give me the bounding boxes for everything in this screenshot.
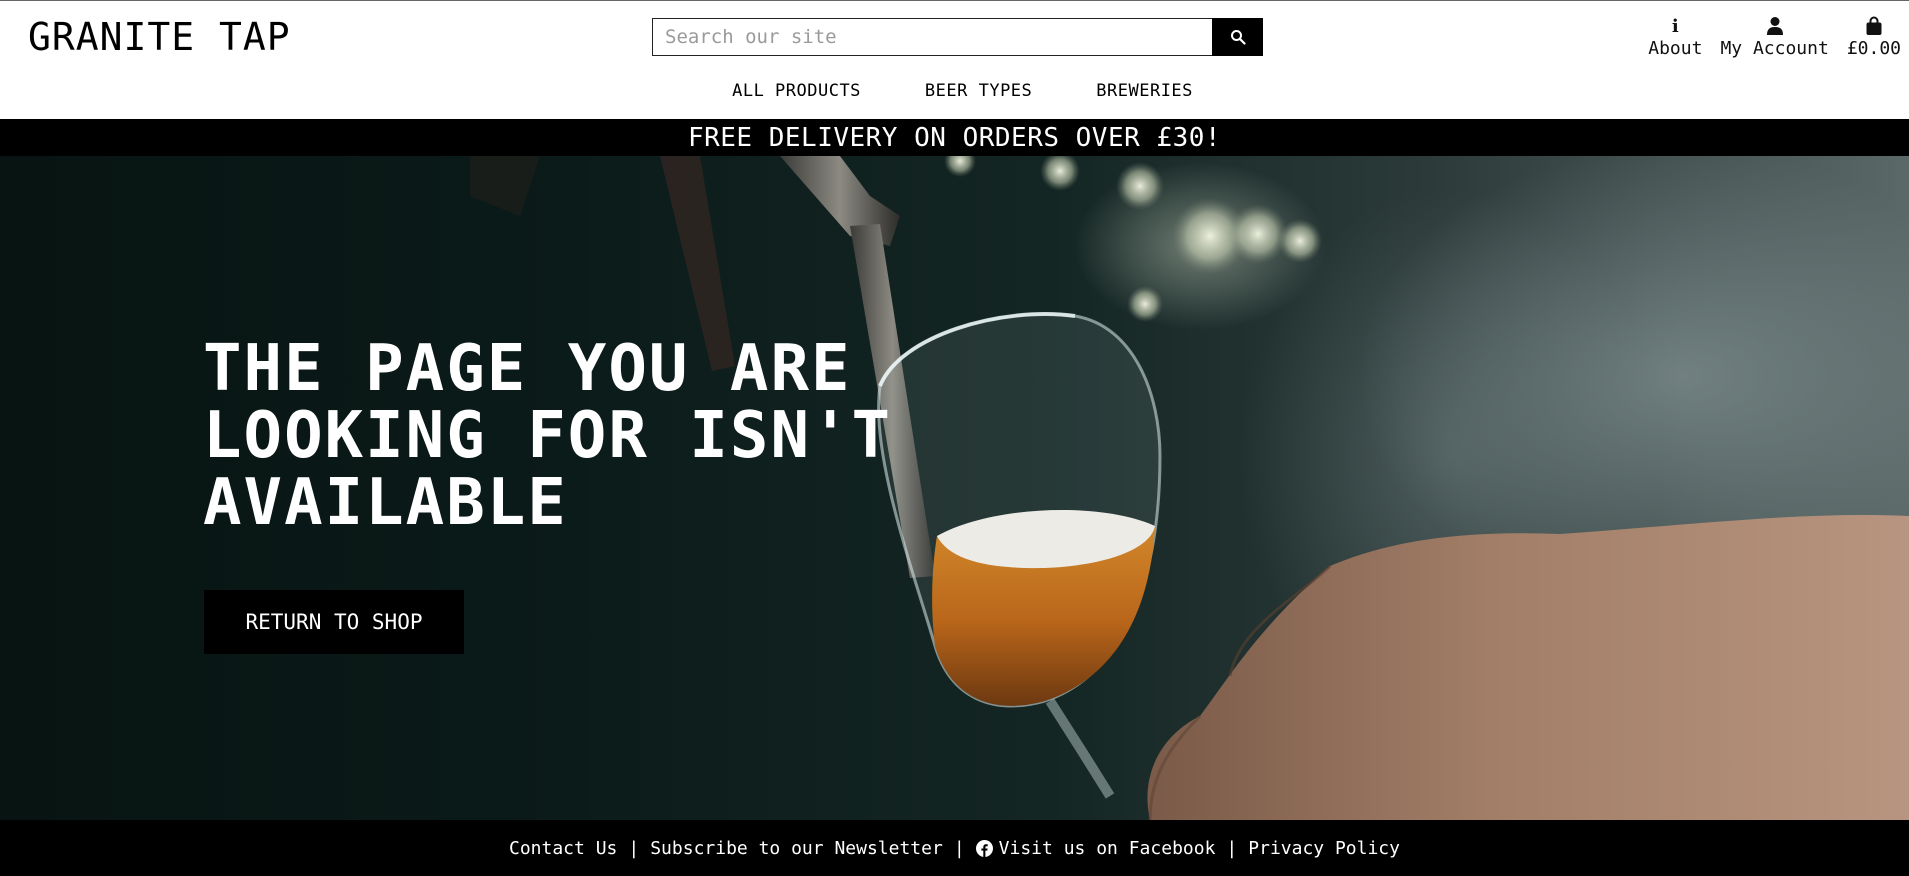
account-links: i About My Account £0.00 bbox=[1648, 14, 1901, 60]
search-icon bbox=[1230, 30, 1246, 45]
user-icon bbox=[1766, 14, 1784, 38]
newsletter-link[interactable]: Subscribe to our Newsletter bbox=[650, 838, 943, 859]
hero-title: THE PAGE YOU ARE LOOKING FOR ISN'T AVAIL… bbox=[203, 332, 893, 540]
search-input[interactable] bbox=[652, 18, 1212, 56]
shopping-bag-icon bbox=[1865, 14, 1883, 38]
facebook-link[interactable]: Visit us on Facebook bbox=[975, 837, 1216, 859]
my-account-label: My Account bbox=[1720, 38, 1829, 59]
about-link[interactable]: i About bbox=[1648, 14, 1703, 60]
nav-item-breweries[interactable]: BREWERIES bbox=[1096, 81, 1193, 101]
nav-item-beer-types[interactable]: BEER TYPES bbox=[925, 81, 1032, 101]
site-footer: Contact Us | Subscribe to our Newsletter… bbox=[0, 820, 1909, 876]
hero-section: THE PAGE YOU ARE LOOKING FOR ISN'T AVAIL… bbox=[0, 156, 1909, 820]
nav-item-all-products[interactable]: ALL PRODUCTS bbox=[732, 81, 861, 101]
return-to-shop-button[interactable]: RETURN TO SHOP bbox=[204, 590, 464, 654]
about-label: About bbox=[1648, 38, 1703, 59]
main-nav: ALL PRODUCTS BEER TYPES BREWERIES bbox=[0, 81, 1909, 101]
info-icon: i bbox=[1671, 15, 1679, 37]
contact-us-link[interactable]: Contact Us bbox=[509, 838, 617, 859]
basket-link[interactable]: £0.00 bbox=[1847, 14, 1901, 59]
search-button[interactable] bbox=[1212, 18, 1263, 56]
my-account-link[interactable]: My Account bbox=[1720, 14, 1829, 59]
facebook-icon bbox=[975, 839, 993, 857]
site-logo[interactable]: GRANITE TAP bbox=[28, 15, 291, 59]
footer-separator: | bbox=[953, 837, 965, 859]
search-form bbox=[652, 18, 1263, 56]
basket-total: £0.00 bbox=[1846, 38, 1901, 59]
footer-separator: | bbox=[1226, 837, 1238, 859]
facebook-label: Visit us on Facebook bbox=[998, 837, 1216, 859]
footer-separator: | bbox=[628, 837, 640, 859]
site-header: GRANITE TAP i About My Account bbox=[0, 0, 1909, 119]
privacy-policy-link[interactable]: Privacy Policy bbox=[1248, 838, 1400, 859]
free-delivery-banner: FREE DELIVERY ON ORDERS OVER £30! bbox=[0, 119, 1909, 156]
